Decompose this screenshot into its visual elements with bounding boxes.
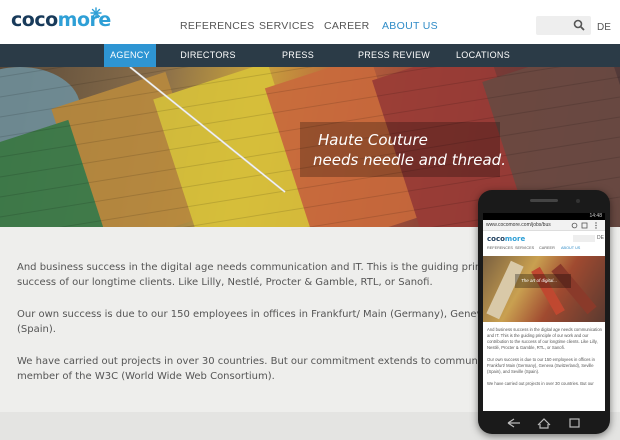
phone-url-text: www.cocomore.com/jobs/bus [486, 222, 551, 228]
reload-icon[interactable] [571, 222, 578, 229]
phone-url-bar[interactable]: www.cocomore.com/jobs/bus [483, 220, 605, 231]
recents-button-icon [569, 418, 580, 428]
subnav-item-agency[interactable]: AGENCY [104, 44, 156, 67]
subnav-item-press-review[interactable]: PRESS REVIEW [356, 44, 432, 67]
language-switch[interactable]: DE [597, 22, 611, 33]
content-paragraph-2-line2: (Spain). [17, 324, 56, 335]
phone-main-nav: REFERENCES SERVICES CAREER ABOUT US [483, 246, 605, 254]
nav-item-about-us[interactable]: ABOUT US [382, 20, 438, 32]
phone-earpiece [530, 199, 580, 203]
logo-star-icon [90, 7, 102, 19]
phone-nav-item-references[interactable]: REFERENCES [487, 246, 513, 250]
subnav-item-directors[interactable]: DIRECTORS [176, 44, 240, 67]
menu-icon[interactable] [593, 222, 599, 229]
top-bar: cocomore REFERENCES SERVICES CAREER ABOU… [0, 0, 620, 44]
tabs-icon[interactable] [581, 222, 588, 229]
subnav-item-locations[interactable]: LOCATIONS [448, 44, 518, 67]
phone-logo-text-part2: more [504, 235, 526, 243]
phone-hero-image: The art of digital... [483, 256, 605, 322]
phone-nav-item-services[interactable]: SERVICES [515, 246, 534, 250]
nav-item-services[interactable]: SERVICES [259, 20, 314, 32]
nav-item-career[interactable]: CAREER [324, 20, 370, 32]
nav-item-references[interactable]: REFERENCES [180, 20, 255, 32]
main-nav: REFERENCES SERVICES CAREER ABOUT US [0, 20, 620, 34]
phone-mockup: 14:48 www.cocomore.com/jobs/bus cocomore… [478, 190, 610, 434]
content-paragraph-1-line2: success of our longtime clients. Like Li… [17, 277, 433, 288]
phone-text-line: We have carried out projects in over 30 … [487, 381, 594, 386]
content-paragraph-3-line2: member of the W3C (World Wide Web Consor… [17, 371, 275, 382]
phone-nav-item-about-us[interactable]: ABOUT US [561, 246, 580, 250]
home-button-icon [537, 418, 551, 429]
phone-screen: 14:48 www.cocomore.com/jobs/bus cocomore… [483, 213, 605, 411]
phone-hero-photo [486, 260, 597, 320]
phone-cocomore-logo[interactable]: cocomore [487, 235, 525, 243]
phone-language-switch[interactable]: DE [597, 235, 604, 241]
phone-nav-buttons [507, 418, 580, 429]
search-icon[interactable] [573, 19, 585, 31]
sub-nav: AGENCY DIRECTORS PRESS RELEASES PRESS RE… [0, 44, 620, 83]
back-button-icon [507, 418, 520, 428]
hero-headline-line1: Haute Couture [318, 131, 428, 149]
hero-headline-line2: needs needle and thread. [313, 151, 506, 169]
phone-nav-item-career[interactable]: CAREER [539, 246, 555, 250]
subnav-item-press-releases[interactable]: PRESS RELEASES [258, 44, 338, 83]
phone-search-input[interactable] [573, 235, 595, 242]
phone-text-line: (Spain), and Seville (Spain). [487, 369, 540, 374]
phone-hero-text: The art of digital... [521, 278, 558, 283]
phone-text-line: Nestlé, Procter & Gamble, RTL, or Sanofi… [487, 345, 565, 350]
phone-status-bar: 14:48 [483, 213, 605, 220]
phone-logo-text-part1: coco [487, 235, 505, 243]
